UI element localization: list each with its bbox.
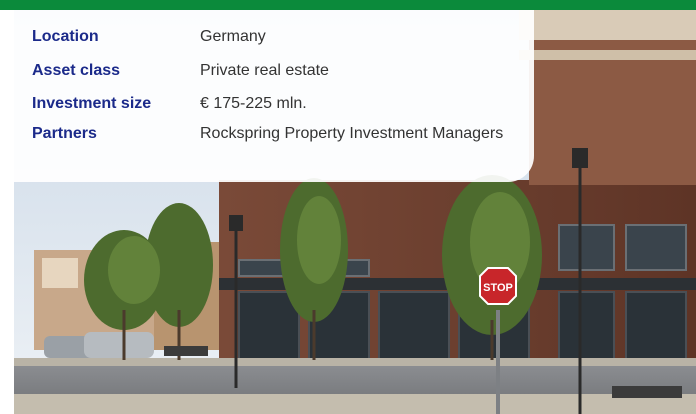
accent-bar	[0, 0, 696, 10]
detail-label: Location	[32, 28, 99, 45]
project-details-panel: Location Germany Asset class Private rea…	[14, 10, 534, 182]
detail-value: € 175-225 mln.	[200, 95, 307, 112]
detail-label: Investment size	[32, 95, 152, 112]
detail-label: Partners	[32, 125, 97, 142]
detail-value: Germany	[200, 28, 266, 45]
detail-value: Private real estate	[200, 62, 329, 79]
detail-value: Rockspring Property Investment Managers	[200, 125, 504, 142]
detail-label: Asset class	[32, 62, 121, 79]
stop-sign-text: STOP	[483, 282, 513, 294]
